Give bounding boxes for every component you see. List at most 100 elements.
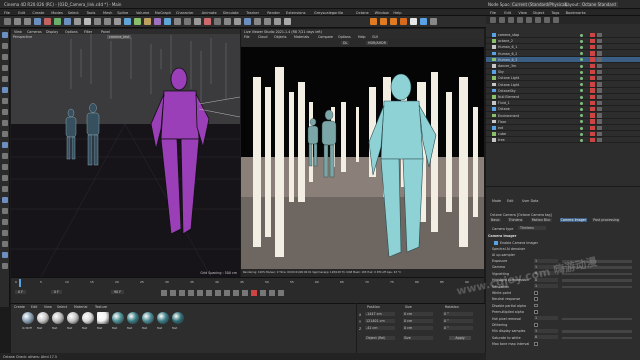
object-row[interactable]: Fluid_1 — [486, 100, 640, 107]
object-tag-icon[interactable] — [597, 32, 602, 37]
object-menu-tags[interactable]: Tags — [551, 11, 559, 15]
object-tag-icon[interactable] — [597, 69, 602, 75]
octane-toolbar-icon[interactable] — [420, 18, 427, 25]
octane-toolbar-icon[interactable] — [370, 18, 377, 25]
size-y-field[interactable]: 0 cm — [403, 319, 433, 323]
rotation-p-field[interactable]: 0 ° — [443, 319, 473, 323]
object-tag-icon[interactable] — [590, 82, 595, 87]
material-menu-edit[interactable]: Edit — [31, 305, 37, 309]
object-visibility-icon[interactable] — [580, 33, 583, 37]
object-row[interactable]: Sky — [486, 69, 640, 76]
object-visibility-icon[interactable] — [580, 101, 583, 105]
material-swatch[interactable] — [82, 312, 94, 324]
toolbar-tool-icon[interactable] — [164, 18, 171, 25]
rotation-h-field[interactable]: 0 ° — [443, 312, 473, 316]
object-tag-icon[interactable] — [590, 44, 595, 50]
menu-item-help[interactable]: Help — [393, 11, 401, 15]
attribute-tab-user-data[interactable]: User Data — [522, 199, 538, 203]
object-tag-icon[interactable] — [590, 100, 595, 106]
object-visibility-icon[interactable] — [580, 39, 583, 43]
octane-toolbar-icon[interactable] — [410, 18, 417, 25]
object-manager-icon[interactable] — [499, 17, 505, 23]
material-swatch[interactable] — [127, 312, 139, 324]
menu-item-mesh[interactable]: Mesh — [103, 11, 112, 15]
object-visibility-icon[interactable] — [580, 114, 583, 118]
left-tool-icon[interactable] — [2, 263, 8, 269]
material-menu-view[interactable]: View — [44, 305, 52, 309]
attribute-slider[interactable] — [562, 330, 632, 333]
toolbar-tool-icon[interactable] — [154, 18, 161, 25]
left-tool-icon[interactable] — [2, 65, 8, 71]
octane-live-viewer[interactable]: Live Viewer Studio 2021.1.4 (R8 7/21 day… — [241, 29, 484, 277]
toolbar-tool-icon[interactable] — [284, 18, 291, 25]
attribute-slider[interactable] — [562, 336, 632, 340]
playhead[interactable] — [19, 279, 21, 287]
menu-item-extensions[interactable]: Extensions — [286, 11, 306, 15]
transport-button-icon[interactable] — [179, 290, 185, 296]
object-visibility-icon[interactable] — [580, 89, 583, 93]
menu-item-render[interactable]: Render — [267, 11, 280, 15]
toolbar-tool-icon[interactable] — [204, 18, 211, 25]
object-tag-icon[interactable] — [590, 63, 595, 68]
transport-button-icon[interactable] — [188, 290, 194, 296]
octane-menu-compare[interactable]: Compare — [318, 35, 333, 39]
transport-button-icon[interactable] — [278, 290, 284, 296]
material-swatch[interactable] — [142, 312, 154, 324]
octane-toolbar-icon[interactable] — [430, 18, 437, 25]
perspective-viewport[interactable]: View Cameras Display Options Filter Panel Per… — [11, 29, 240, 277]
camera-type-select[interactable]: Thinlens — [518, 226, 546, 230]
transport-button-icon[interactable] — [170, 290, 176, 296]
left-tool-icon[interactable] — [2, 241, 8, 247]
object-visibility-icon[interactable] — [580, 138, 583, 142]
object-row[interactable]: camera_stop — [486, 32, 640, 38]
attribute-tab-mode[interactable]: Mode — [492, 199, 501, 203]
object-row[interactable]: Octane Light — [486, 82, 640, 88]
object-row[interactable]: Octane — [486, 106, 640, 113]
attribute-slider[interactable] — [562, 317, 632, 321]
object-visibility-icon[interactable] — [580, 83, 583, 87]
attribute-checkbox[interactable] — [534, 323, 538, 327]
object-tag-icon[interactable] — [590, 69, 595, 75]
timeline-current-field[interactable]: 0 F — [51, 290, 63, 294]
object-tag-icon[interactable] — [597, 88, 602, 93]
object-row[interactable]: ext — [486, 125, 640, 131]
toolbar-tool-icon[interactable] — [84, 18, 91, 25]
material-swatch[interactable] — [172, 312, 184, 324]
object-tag-icon[interactable] — [590, 137, 595, 143]
transport-button-icon[interactable] — [215, 290, 221, 296]
octane-menu-cloud[interactable]: Cloud — [258, 35, 267, 39]
apply-button[interactable]: Apply — [449, 336, 471, 340]
transport-button-icon[interactable] — [242, 290, 248, 296]
toolbar-tool-icon[interactable] — [194, 18, 201, 25]
material-menu-select[interactable]: Select — [57, 305, 67, 309]
octane-toolbar-icon[interactable] — [390, 18, 397, 25]
left-tool-icon[interactable] — [2, 219, 8, 225]
toolbar-tool-icon[interactable] — [64, 18, 71, 25]
left-tool-icon[interactable] — [2, 76, 8, 82]
toolbar-tool-icon[interactable] — [264, 18, 271, 25]
left-tool-icon[interactable] — [2, 186, 8, 192]
object-visibility-icon[interactable] — [580, 107, 583, 111]
toolbar-tool-icon[interactable] — [254, 18, 261, 25]
sub-tab-camera-imager[interactable]: Camera Imager — [559, 218, 588, 222]
toolbar-tool-icon[interactable] — [44, 18, 51, 25]
sub-tab-motion-blur[interactable]: Motion Blur — [530, 218, 552, 222]
left-tool-icon[interactable] — [2, 131, 8, 137]
object-menu-object[interactable]: Object — [533, 11, 545, 15]
object-menu-bookmarks[interactable]: Bookmarks — [566, 11, 586, 15]
material-swatch[interactable] — [67, 312, 79, 324]
material-swatch[interactable] — [37, 312, 49, 324]
object-tag-icon[interactable] — [590, 75, 595, 81]
object-visibility-icon[interactable] — [580, 95, 583, 99]
menu-item-edit[interactable]: Edit — [18, 11, 25, 15]
toolbar-tool-icon[interactable] — [114, 18, 121, 25]
render-mode-select[interactable]: DL — [341, 40, 350, 45]
object-tag-icon[interactable] — [590, 57, 595, 62]
transport-button-icon[interactable] — [269, 290, 275, 296]
object-tag-icon[interactable] — [597, 125, 602, 130]
object-visibility-icon[interactable] — [580, 70, 583, 74]
object-tag-icon[interactable] — [597, 44, 602, 50]
enable-camera-imager-checkbox[interactable] — [494, 241, 498, 245]
toolbar-tool-icon[interactable] — [144, 18, 151, 25]
attribute-tab-edit[interactable]: Edit — [507, 199, 513, 203]
